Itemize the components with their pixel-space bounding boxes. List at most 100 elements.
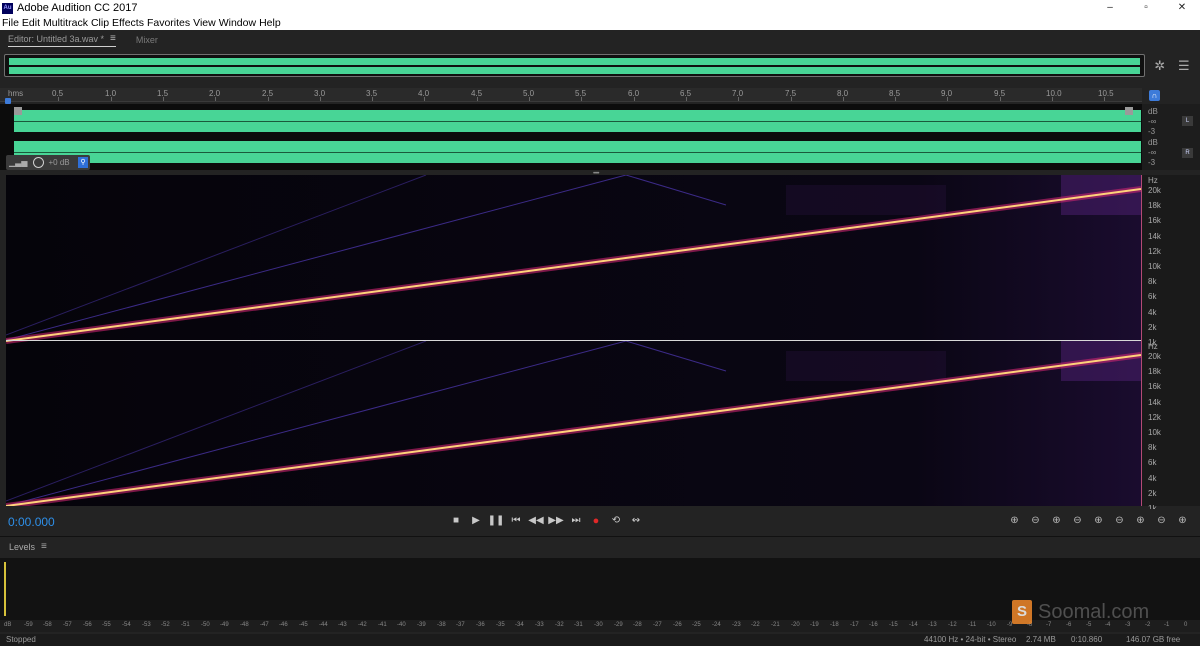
- close-button[interactable]: ✕: [1164, 0, 1200, 16]
- record-button[interactable]: ●: [586, 513, 606, 529]
- level-scale-label: -27: [653, 622, 662, 628]
- file-size: 2.74 MB: [1026, 635, 1056, 644]
- play-button[interactable]: ▶: [466, 513, 486, 529]
- zoom-out-point-button[interactable]: ⊖: [1151, 513, 1172, 529]
- freq-label-left: 4k: [1148, 307, 1157, 317]
- menu-view[interactable]: View: [193, 17, 216, 29]
- level-scale-label: -54: [122, 622, 131, 628]
- level-scale-label: -16: [869, 622, 878, 628]
- zoom-out-amplitude-button[interactable]: ⊖: [1025, 513, 1046, 529]
- level-scale-label: -32: [555, 622, 564, 628]
- level-scale-label: -58: [43, 622, 52, 628]
- loop-playback-button[interactable]: ⟲: [606, 513, 626, 529]
- stop-button[interactable]: ■: [446, 513, 466, 529]
- amp-neg3-left: -3: [1148, 127, 1156, 136]
- rewind-button[interactable]: ◀◀: [526, 513, 546, 529]
- zoom-in-point-button[interactable]: ⊕: [1130, 513, 1151, 529]
- ruler-tick: [529, 97, 530, 101]
- zoom-left-edge-button[interactable]: ⊕: [1172, 513, 1193, 529]
- zoom-controls: ⊕⊖⊕⊖⊕⊖⊕⊖⊕⊖⊕: [1004, 513, 1200, 529]
- menu-file[interactable]: File: [2, 17, 19, 29]
- zoom-in-time-button[interactable]: ⊕: [1046, 513, 1067, 529]
- transport-state: Stopped: [6, 635, 36, 644]
- pin-icon[interactable]: ⚲: [78, 157, 88, 168]
- freq-label-left: 8k: [1148, 277, 1157, 287]
- level-scale-label: -22: [751, 622, 760, 628]
- freq-label-right: 10k: [1148, 428, 1161, 437]
- level-scale-label: -19: [810, 622, 819, 628]
- maximize-button[interactable]: ▫: [1128, 0, 1164, 16]
- zoom-selection-button[interactable]: ⊖: [1109, 513, 1130, 529]
- menu-window[interactable]: Window: [219, 17, 256, 29]
- menu-clip[interactable]: Clip: [91, 17, 109, 29]
- zoom-right-edge-button[interactable]: ⊖: [1193, 513, 1200, 529]
- sample-format: 44100 Hz • 24-bit • Stereo: [924, 635, 1017, 644]
- level-scale-label: -39: [417, 622, 426, 628]
- channel-badge-right[interactable]: R: [1182, 148, 1193, 158]
- level-scale-label: -44: [319, 622, 328, 628]
- freq-label-right: 20k: [1148, 352, 1161, 361]
- current-time-display[interactable]: 0:00.000: [8, 515, 55, 529]
- zoom-in-amplitude-button[interactable]: ⊕: [1004, 513, 1025, 529]
- spectral-view-icon[interactable]: ✲: [1154, 58, 1165, 74]
- level-scale-label: -40: [397, 622, 406, 628]
- level-scale-label: -50: [201, 622, 210, 628]
- level-scale-label: -15: [889, 622, 898, 628]
- time-ruler[interactable]: hms 0.5 1.0 1.5 2.0 2.5 3.0 3.5 4.0 4.5 5.0 5.5 6.0…: [0, 88, 1142, 102]
- panel-menu-icon[interactable]: ≡: [110, 33, 116, 44]
- level-scale-label: -24: [712, 622, 721, 628]
- soomal-logo-icon: S: [1012, 600, 1032, 624]
- snap-magnet-icon[interactable]: ∩: [1149, 90, 1160, 101]
- level-scale-label: -55: [102, 622, 111, 628]
- pause-button[interactable]: ❚❚: [486, 513, 506, 529]
- gain-knob[interactable]: [33, 157, 45, 168]
- audition-app-icon: Au: [2, 2, 13, 14]
- amp-db-right: dB: [1148, 138, 1158, 147]
- level-scale-label: -51: [181, 622, 190, 628]
- tab-mixer[interactable]: Mixer: [136, 35, 158, 45]
- clip-gain-hud: ▁▃▅ +0 dB ⚲: [6, 155, 90, 170]
- spectral-frequency-display[interactable]: [6, 175, 1141, 506]
- level-scale-label: -42: [358, 622, 367, 628]
- ruler-tick: [215, 97, 216, 101]
- waveform-display[interactable]: [0, 104, 1142, 170]
- skip-selection-button[interactable]: ↭: [626, 513, 646, 529]
- menu-edit[interactable]: Edit: [22, 17, 40, 29]
- menu-multitrack[interactable]: Multitrack: [43, 17, 88, 29]
- move-to-start-button[interactable]: ⏮: [506, 513, 526, 529]
- window-controls: – ▫ ✕: [1092, 0, 1200, 16]
- level-scale-label: -38: [437, 622, 446, 628]
- level-scale-label: -23: [732, 622, 741, 628]
- fast-forward-button[interactable]: ▶▶: [546, 513, 566, 529]
- level-scale-label: -10: [987, 622, 996, 628]
- menu-bar: File Edit Multitrack Clip Effects Favori…: [0, 16, 1200, 30]
- ruler-tick: [843, 97, 844, 101]
- signal-bars-icon: ▁▃▅: [9, 158, 28, 167]
- status-bar: Stopped 44100 Hz • 24-bit • Stereo 2.74 …: [0, 634, 1200, 646]
- noise-band-left: [786, 185, 946, 215]
- transport-controls: ■ ▶ ❚❚ ⏮ ◀◀ ▶▶ ⏭ ● ⟲ ↭: [446, 513, 646, 529]
- tab-editor[interactable]: Editor: Untitled 3a.wav * ≡: [8, 33, 116, 47]
- ruler-tick: [372, 97, 373, 101]
- level-scale-label: -1: [1164, 622, 1170, 628]
- minimize-button[interactable]: –: [1092, 0, 1128, 16]
- overview-waveform-right: [9, 67, 1140, 74]
- channel-badge-left[interactable]: L: [1182, 116, 1193, 126]
- waveform-view-icon[interactable]: ☰: [1178, 58, 1190, 74]
- level-scale-label: -18: [830, 622, 839, 628]
- zoom-full-button[interactable]: ⊕: [1088, 513, 1109, 529]
- fade-in-handle[interactable]: [14, 107, 22, 115]
- tab-editor-label: Editor: Untitled 3a.wav *: [8, 33, 105, 44]
- move-to-end-button[interactable]: ⏭: [566, 513, 586, 529]
- level-scale-label: -12: [948, 622, 957, 628]
- levels-menu-icon[interactable]: ≡: [41, 541, 47, 552]
- fade-out-handle[interactable]: [1125, 107, 1133, 115]
- menu-help[interactable]: Help: [259, 17, 281, 29]
- menu-effects[interactable]: Effects: [112, 17, 144, 29]
- freq-label-left: 16k: [1148, 216, 1161, 226]
- levels-title[interactable]: Levels: [9, 542, 35, 552]
- overview-navigator[interactable]: [4, 54, 1145, 77]
- menu-favorites[interactable]: Favorites: [147, 17, 190, 29]
- window-title: Adobe Audition CC 2017: [17, 2, 138, 14]
- zoom-out-time-button[interactable]: ⊖: [1067, 513, 1088, 529]
